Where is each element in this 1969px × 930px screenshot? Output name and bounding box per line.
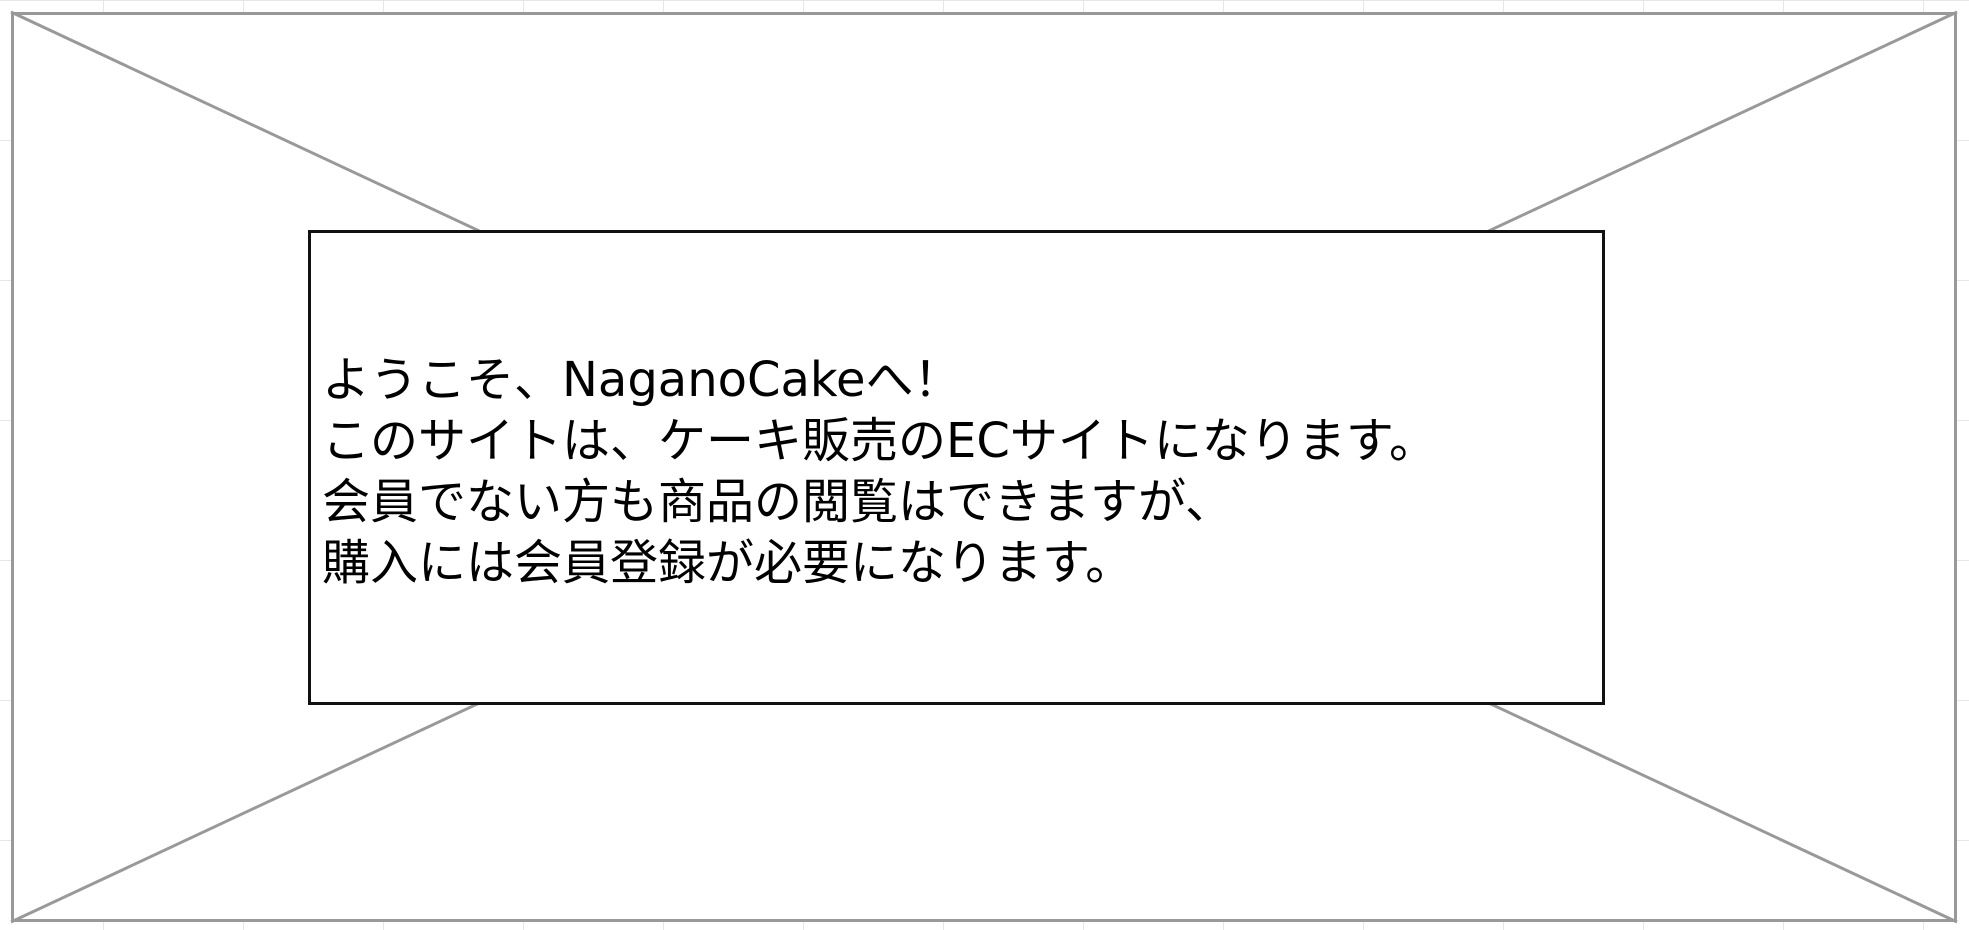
welcome-line-greeting: ようこそ、NaganoCakeへ！ <box>322 352 962 408</box>
welcome-line-registration-note: 購入には会員登録が必要になります。 <box>322 535 1134 591</box>
welcome-message-box: ようこそ、NaganoCakeへ！ このサイトは、ケーキ販売のECサイトになりま… <box>308 230 1605 705</box>
welcome-line-site-description: このサイトは、ケーキ販売のECサイトになります。 <box>322 413 1438 469</box>
wireframe-canvas: ようこそ、NaganoCakeへ！ このサイトは、ケーキ販売のECサイトになりま… <box>0 0 1969 930</box>
welcome-message: ようこそ、NaganoCakeへ！ このサイトは、ケーキ販売のECサイトになりま… <box>322 350 1437 594</box>
welcome-line-browsing-note: 会員でない方も商品の閲覧はできますが、 <box>322 474 1234 530</box>
